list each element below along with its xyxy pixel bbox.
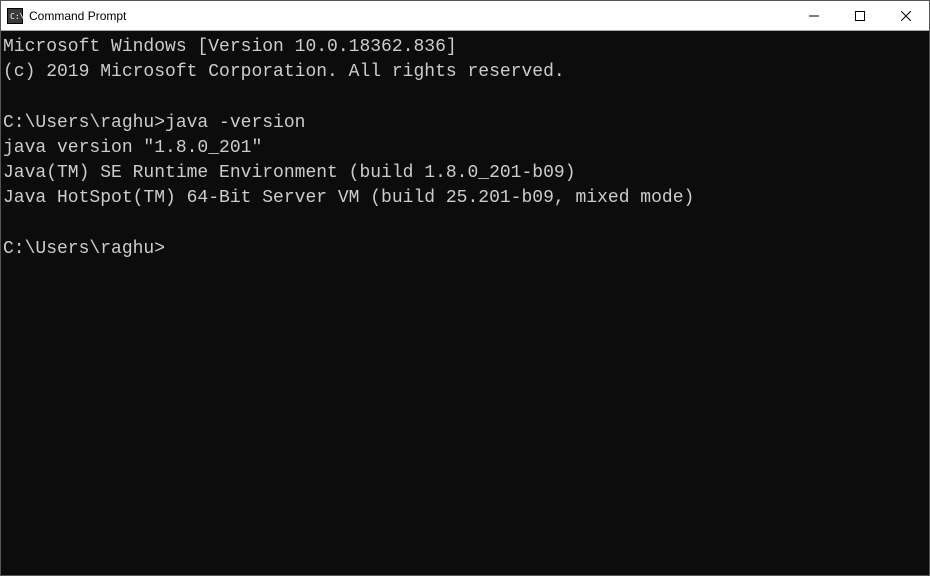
- terminal-body[interactable]: Microsoft Windows [Version 10.0.18362.83…: [1, 31, 929, 575]
- output-line: (c) 2019 Microsoft Corporation. All righ…: [3, 62, 565, 82]
- command-prompt-window: C:\ Command Prompt Microsoft: [0, 0, 930, 576]
- output-line: Java HotSpot(TM) 64-Bit Server VM (build…: [3, 188, 694, 208]
- titlebar[interactable]: C:\ Command Prompt: [1, 1, 929, 31]
- maximize-icon: [855, 11, 865, 21]
- maximize-button[interactable]: [837, 1, 883, 30]
- svg-text:C:\: C:\: [10, 12, 23, 21]
- prompt-line: C:\Users\raghu>java -version: [3, 113, 305, 133]
- prompt-text: C:\Users\raghu>: [3, 239, 165, 259]
- window-title: Command Prompt: [29, 9, 791, 23]
- cmd-icon: C:\: [7, 8, 23, 24]
- window-controls: [791, 1, 929, 30]
- minimize-icon: [809, 11, 819, 21]
- close-button[interactable]: [883, 1, 929, 30]
- output-line: Java(TM) SE Runtime Environment (build 1…: [3, 163, 576, 183]
- close-icon: [901, 11, 911, 21]
- prompt-text: C:\Users\raghu>: [3, 113, 165, 133]
- prompt-line: C:\Users\raghu>: [3, 239, 165, 259]
- minimize-button[interactable]: [791, 1, 837, 30]
- output-line: java version "1.8.0_201": [3, 138, 262, 158]
- command-text: java -version: [165, 113, 305, 133]
- output-line: Microsoft Windows [Version 10.0.18362.83…: [3, 37, 457, 57]
